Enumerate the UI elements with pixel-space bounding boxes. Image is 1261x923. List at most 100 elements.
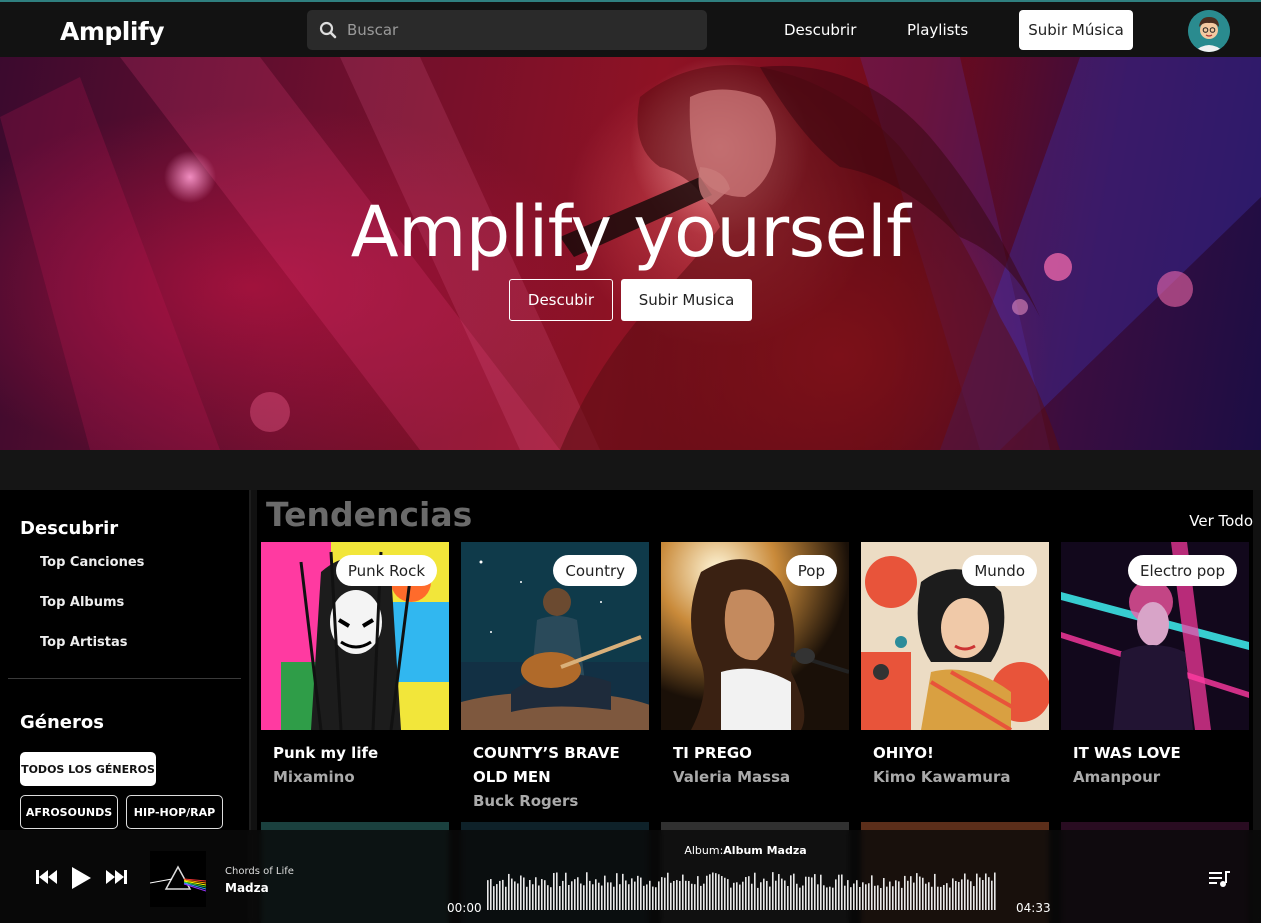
- waveform-bar: [862, 882, 864, 910]
- track-cover[interactable]: Punk Rock: [261, 542, 449, 730]
- waveform-bar: [544, 880, 546, 910]
- brand-logo[interactable]: Amplify: [60, 17, 165, 46]
- waveform-bar: [616, 873, 618, 910]
- waveform-bar: [937, 886, 939, 910]
- waveform-bar: [685, 880, 687, 910]
- waveform-bar: [820, 874, 822, 910]
- waveform-bar: [592, 884, 594, 910]
- waveform-bar: [733, 882, 735, 910]
- skip-back-icon[interactable]: [35, 868, 59, 886]
- audio-player: Chords of Life Madza Album:Album Madza 0…: [0, 830, 1261, 923]
- waveform-bar: [751, 883, 753, 910]
- waveform-bar: [814, 874, 816, 910]
- waveform-bar: [781, 878, 783, 910]
- nav-playlists-link[interactable]: Playlists: [907, 21, 968, 39]
- track-title[interactable]: OHIYO!: [873, 741, 1037, 765]
- waveform-bar: [883, 878, 885, 910]
- waveform-bar: [562, 880, 564, 910]
- waveform-bar: [622, 873, 624, 910]
- track-artist[interactable]: Kimo Kawamura: [873, 765, 1037, 789]
- waveform-bar: [958, 881, 960, 910]
- sidebar-item-top-albums[interactable]: Top Albums: [40, 595, 124, 610]
- nav-upload-button[interactable]: Subir Música: [1019, 10, 1133, 50]
- genre-chip-hiphop-rap[interactable]: HIP-HOP/RAP: [126, 795, 223, 829]
- waveform-bar: [796, 883, 798, 910]
- waveform-bar: [745, 877, 747, 910]
- waveform-bar: [559, 886, 561, 910]
- track-title[interactable]: Punk my life: [273, 741, 437, 765]
- track-title[interactable]: TI PREGO: [673, 741, 837, 765]
- waveform-bar: [496, 884, 498, 910]
- waveform-bar: [868, 883, 870, 910]
- waveform-seek-bar[interactable]: [487, 870, 999, 910]
- sidebar-discover-heading: Descubrir: [20, 518, 119, 539]
- waveform-bar: [706, 875, 708, 910]
- track-card[interactable]: Electro pop IT WAS LOVE Amanpour: [1061, 542, 1249, 789]
- waveform-bar: [538, 885, 540, 910]
- waveform-bar: [847, 880, 849, 910]
- queue-icon[interactable]: [1208, 870, 1230, 888]
- sidebar-item-top-songs[interactable]: Top Canciones: [40, 555, 144, 570]
- track-card[interactable]: Mundo OHIYO! Kimo Kawamura: [861, 542, 1049, 789]
- waveform-bar: [640, 877, 642, 910]
- waveform-bar: [493, 886, 495, 910]
- waveform-bar: [628, 884, 630, 910]
- waveform-bar: [895, 880, 897, 910]
- waveform-bar: [499, 880, 501, 910]
- now-playing-cover[interactable]: [150, 851, 206, 907]
- waveform-bar: [844, 885, 846, 910]
- waveform-bar: [778, 874, 780, 910]
- waveform-bar: [880, 887, 882, 910]
- genre-chip-all[interactable]: TODOS LOS GÉNEROS: [20, 752, 156, 786]
- waveform-bar: [664, 877, 666, 910]
- waveform-bar: [853, 883, 855, 910]
- waveform-bar: [679, 880, 681, 910]
- genre-badge: Mundo: [962, 555, 1037, 586]
- avatar[interactable]: [1188, 10, 1230, 52]
- waveform-bar: [802, 885, 804, 910]
- waveform-bar: [748, 876, 750, 910]
- waveform-bar: [595, 879, 597, 910]
- skip-forward-icon[interactable]: [104, 868, 128, 886]
- track-card[interactable]: Pop TI PREGO Valeria Massa: [661, 542, 849, 789]
- waveform-bar: [841, 874, 843, 910]
- play-icon[interactable]: [70, 866, 92, 890]
- track-title[interactable]: COUNTY’S BRAVE OLD MEN: [473, 741, 637, 789]
- see-all-link[interactable]: Ver Todo: [1189, 512, 1253, 530]
- now-playing-album: Album:Album Madza: [0, 844, 1261, 857]
- search-input[interactable]: [347, 10, 697, 50]
- track-cover[interactable]: Electro pop: [1061, 542, 1249, 730]
- track-artist[interactable]: Amanpour: [1073, 765, 1237, 789]
- waveform-bar: [598, 882, 600, 910]
- track-cover[interactable]: Mundo: [861, 542, 1049, 730]
- waveform-bar: [760, 882, 762, 910]
- section-spacer: [0, 450, 1261, 490]
- sidebar-item-top-artists[interactable]: Top Artistas: [40, 635, 128, 650]
- waveform-bar: [682, 874, 684, 910]
- genre-chip-afrosounds[interactable]: AFROSOUNDS: [20, 795, 118, 829]
- track-card[interactable]: Country COUNTY’S BRAVE OLD MEN Buck Roge…: [461, 542, 649, 813]
- track-title[interactable]: IT WAS LOVE: [1073, 741, 1237, 765]
- waveform-bar: [910, 876, 912, 910]
- waveform-bar: [577, 877, 579, 910]
- waveform-bar: [742, 881, 744, 910]
- waveform-bar: [502, 879, 504, 910]
- waveform-bar: [526, 886, 528, 910]
- waveform-bar: [574, 879, 576, 910]
- track-artist[interactable]: Buck Rogers: [473, 789, 637, 813]
- track-artist[interactable]: Mixamino: [273, 765, 437, 789]
- nav-discover-link[interactable]: Descubrir: [784, 21, 856, 39]
- waveform-bar: [634, 881, 636, 910]
- hero-upload-button[interactable]: Subir Musica: [621, 279, 752, 321]
- track-card[interactable]: Punk Rock Punk my life Mixamino: [261, 542, 449, 789]
- hero-banner: Amplify yourself Descubir Subir Musica: [0, 57, 1261, 450]
- track-cover[interactable]: Pop: [661, 542, 849, 730]
- track-cover[interactable]: Country: [461, 542, 649, 730]
- waveform-bar: [832, 887, 834, 910]
- track-artist[interactable]: Valeria Massa: [673, 765, 837, 789]
- waveform-bar: [787, 885, 789, 910]
- waveform-bar: [697, 876, 699, 910]
- search-box[interactable]: [307, 10, 707, 50]
- hero-discover-button[interactable]: Descubir: [509, 279, 613, 321]
- waveform-bar: [649, 880, 651, 910]
